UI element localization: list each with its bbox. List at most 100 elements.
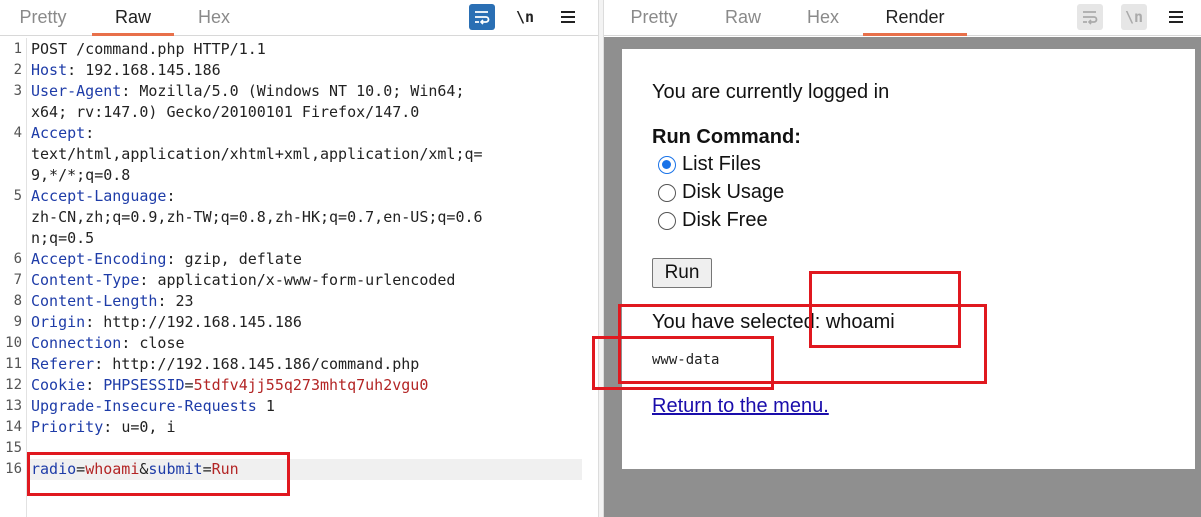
header-line: Content-Type: application/x-www-form-url…: [31, 270, 455, 291]
tab-hex[interactable]: Hex: [794, 0, 852, 36]
radio-label: Disk Free: [682, 209, 768, 231]
tab-pretty[interactable]: Pretty: [6, 0, 80, 36]
header-value: zh-CN,zh;q=0.9,zh-TW;q=0.8,zh-HK;q=0.7,e…: [31, 208, 483, 226]
body-param-name: radio: [31, 460, 77, 478]
cookie-name: PHPSESSID: [103, 376, 185, 394]
request-editor[interactable]: 1 2 3 4 5 6 7 8 9 10 11 12 13 14 15 16 P…: [0, 38, 598, 517]
tab-raw[interactable]: Raw: [712, 0, 774, 36]
header-line: Accept-Language:: [31, 186, 176, 207]
header-name: Cookie: [31, 376, 86, 394]
header-separator: :: [85, 376, 104, 394]
cookie-value: 5tdfv4jj55q273mhtq7uh2vgu0: [193, 376, 429, 394]
header-value: http://192.168.145.186: [103, 313, 302, 331]
header-line: Accept-Encoding: gzip, deflate: [31, 249, 302, 270]
body-param-name: submit: [148, 460, 203, 478]
header-value: http://192.168.145.186/command.php: [112, 355, 420, 373]
header-name: Referer: [31, 355, 95, 373]
run-command-label: Run Command:: [652, 126, 801, 148]
line-number: 8: [13, 293, 22, 309]
line-number: 1: [13, 41, 22, 57]
header-name: Host: [31, 61, 68, 79]
hamburger-menu-icon[interactable]: [555, 4, 581, 30]
tab-raw[interactable]: Raw: [92, 0, 174, 36]
response-pane: Pretty Raw Hex Render \n You are current…: [592, 0, 1201, 517]
header-value: close: [139, 334, 185, 352]
header-name: Accept-Language: [31, 187, 167, 205]
header-name: Content-Type: [31, 271, 140, 289]
line-number: 5: [13, 188, 22, 204]
selected-command-text: You have selected: whoami: [652, 311, 895, 333]
line-number: 15: [5, 440, 22, 456]
show-newlines-button[interactable]: \n: [1121, 4, 1147, 30]
body-param-value: whoami: [85, 460, 140, 478]
header-line: Host: 192.168.145.186: [31, 60, 221, 81]
radio-option-disk-usage[interactable]: Disk Usage: [658, 181, 784, 204]
tab-hex[interactable]: Hex: [186, 0, 242, 36]
header-separator: :: [121, 82, 140, 100]
header-name: Priority: [31, 418, 104, 436]
radio-label: Disk Usage: [682, 181, 785, 203]
header-line: Cookie: PHPSESSID=5tdfv4jj55q273mhtq7uh2…: [31, 375, 428, 396]
header-name: Accept: [31, 124, 86, 142]
render-viewport: You are currently logged in Run Command:…: [604, 37, 1201, 517]
line-number: 11: [5, 356, 22, 372]
header-separator: :: [121, 334, 140, 352]
cookie-equals: =: [184, 376, 194, 394]
line-number: 14: [5, 419, 22, 435]
line-number: 6: [13, 251, 22, 267]
radio-button[interactable]: [658, 211, 676, 230]
line-number: 12: [5, 377, 22, 393]
line-number: 13: [5, 398, 22, 414]
gutter-divider: [26, 38, 27, 517]
radio-button[interactable]: [658, 155, 676, 174]
show-newlines-button[interactable]: \n: [512, 4, 538, 30]
line-number: 7: [13, 272, 22, 288]
body-equals: =: [76, 460, 86, 478]
hamburger-menu-icon[interactable]: [1163, 4, 1189, 30]
tab-pretty[interactable]: Pretty: [616, 0, 692, 36]
header-line: Content-Length: 23: [31, 291, 194, 312]
body-equals: =: [202, 460, 212, 478]
return-to-menu-link[interactable]: Return to the menu.: [652, 395, 829, 418]
header-value-continued: 9,*/*;q=0.8: [31, 166, 131, 184]
line-number: 10: [5, 335, 22, 351]
header-value: application/x-www-form-urlencoded: [157, 271, 456, 289]
header-line: Accept:: [31, 123, 94, 144]
header-value-continued: n;q=0.5: [31, 229, 95, 247]
header-separator: :: [166, 250, 185, 268]
header-separator: :: [166, 187, 176, 205]
header-name: User-Agent: [31, 82, 122, 100]
header-name: Accept-Encoding: [31, 250, 167, 268]
header-separator: :: [85, 313, 104, 331]
radio-button[interactable]: [658, 183, 676, 202]
header-name: Upgrade-Insecure-Requests: [31, 397, 257, 415]
request-line: POST /command.php HTTP/1.1: [31, 40, 266, 58]
header-line: Upgrade-Insecure-Requests 1: [31, 396, 275, 417]
header-value: 192.168.145.186: [85, 61, 221, 79]
word-wrap-icon[interactable]: [1077, 4, 1103, 30]
line-number: 3: [13, 83, 22, 99]
header-name: Connection: [31, 334, 122, 352]
header-separator: :: [103, 418, 122, 436]
radio-option-disk-free[interactable]: Disk Free: [658, 209, 768, 232]
tab-render[interactable]: Render: [863, 0, 967, 36]
header-value: Mozilla/5.0 (Windows NT 10.0; Win64;: [139, 82, 465, 100]
logged-in-text: You are currently logged in: [652, 81, 890, 103]
word-wrap-icon[interactable]: [469, 4, 495, 30]
run-button[interactable]: Run: [652, 258, 712, 288]
header-separator: :: [85, 124, 95, 142]
rendered-page: You are currently logged in Run Command:…: [622, 49, 1195, 469]
request-pane: Pretty Raw Hex \n 1 2 3 4 5 6 7 8 9 10 1…: [0, 0, 598, 517]
line-number: 2: [13, 62, 22, 78]
command-output: www-data: [652, 352, 720, 368]
header-value-continued: x64; rv:147.0) Gecko/20100101 Firefox/14…: [31, 103, 420, 121]
header-line: User-Agent: Mozilla/5.0 (Windows NT 10.0…: [31, 81, 464, 102]
header-separator: :: [139, 271, 158, 289]
line-number: 4: [13, 125, 22, 141]
header-line: Connection: close: [31, 333, 185, 354]
header-line: Priority: u=0, i: [31, 417, 176, 438]
header-value: 23: [175, 292, 194, 310]
header-name: Origin: [31, 313, 86, 331]
radio-option-list-files[interactable]: List Files: [658, 153, 761, 176]
header-separator: :: [157, 292, 176, 310]
